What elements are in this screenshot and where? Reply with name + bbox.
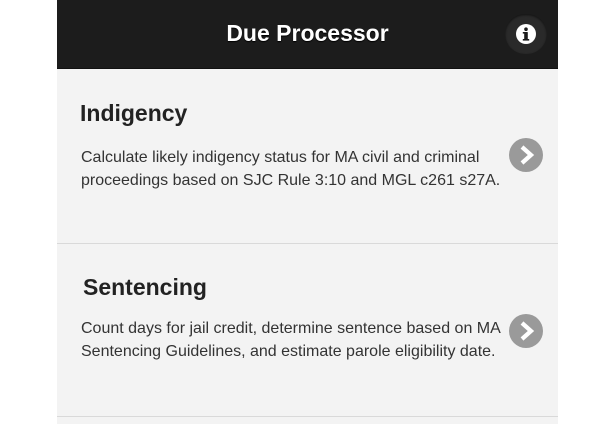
page-title: Due Processor — [226, 20, 389, 46]
chevron-right-icon — [509, 314, 543, 348]
list-item-indigency[interactable]: Indigency Calculate likely indigency sta… — [57, 69, 558, 244]
info-button[interactable] — [505, 14, 547, 54]
list-item-sentencing[interactable]: Sentencing Count days for jail credit, d… — [57, 244, 558, 417]
info-icon — [516, 24, 536, 44]
list-item-partial — [57, 417, 558, 424]
app-window: Due Processor Indigency Calculate likely… — [57, 0, 558, 424]
header-bar: Due Processor — [57, 0, 558, 69]
list-item-description: Calculate likely indigency status for MA… — [81, 149, 501, 189]
list-item-title: Indigency — [80, 100, 188, 126]
list-item-description: Count days for jail credit, determine se… — [81, 320, 500, 360]
list-item-title: Sentencing — [83, 274, 207, 300]
chevron-right-icon — [509, 138, 543, 172]
